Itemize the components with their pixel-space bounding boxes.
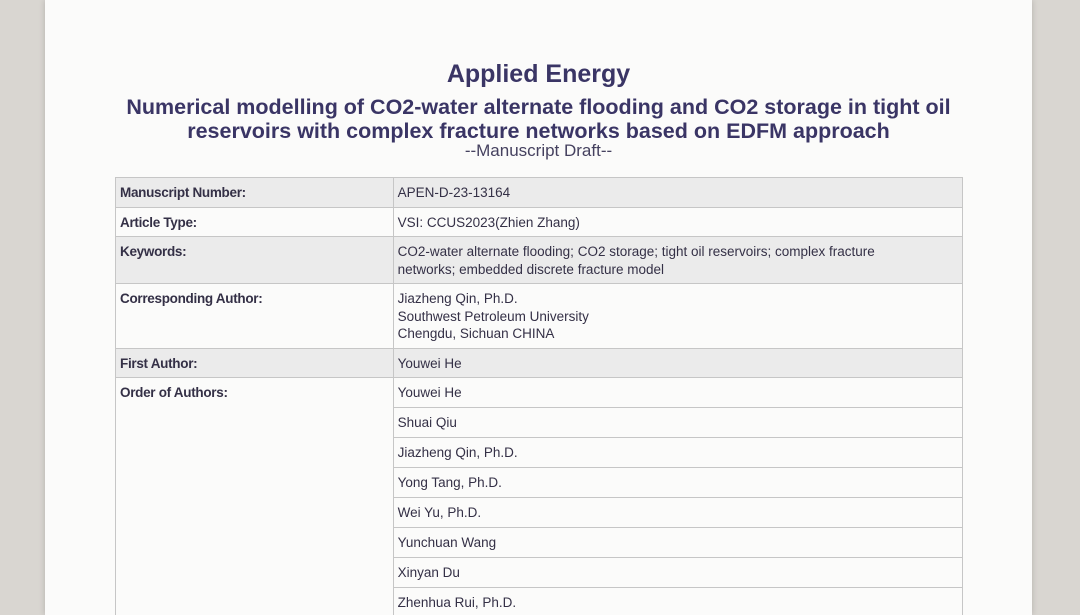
keywords-row: Keywords: CO2-water alternate flooding; … — [115, 236, 964, 284]
corresponding-author-row: Corresponding Author: Jiazheng Qin, Ph.D… — [115, 283, 964, 349]
manuscript-page: Applied Energy Numerical modelling of CO… — [45, 0, 1032, 615]
manuscript-metadata-table: Manuscript Number: APEN-D-23-13164 Artic… — [115, 177, 964, 615]
manuscript-title-line-1: Numerical modelling of CO2-water alterna… — [126, 95, 951, 119]
author-entry: Shuai Qiu — [392, 407, 964, 438]
draft-label: --Manuscript Draft-- — [464, 141, 613, 160]
corresponding-author-location: Chengdu, Sichuan CHINA — [397, 326, 555, 341]
corresponding-author-value: Jiazheng Qin, Ph.D. Southwest Petroleum … — [392, 283, 964, 349]
corresponding-author-name: Jiazheng Qin, Ph.D. — [397, 291, 518, 306]
author-entry: Jiazheng Qin, Ph.D. — [392, 437, 964, 468]
first-author-row: First Author: Youwei He — [115, 347, 964, 378]
first-author-value: Youwei He — [392, 347, 964, 378]
order-of-authors-row: Order of Authors: Youwei He — [115, 377, 964, 615]
author-entry: Zhenhua Rui, Ph.D. — [392, 587, 964, 615]
manuscript-number-label: Manuscript Number: — [115, 177, 394, 208]
author-entry: Xinyan Du — [392, 557, 964, 588]
journal-title: Applied Energy — [446, 60, 631, 88]
manuscript-number-row: Manuscript Number: APEN-D-23-13164 — [115, 177, 964, 208]
corresponding-author-institution: Southwest Petroleum University — [397, 308, 589, 324]
author-entry: Yunchuan Wang — [392, 527, 964, 558]
author-entry: Yong Tang, Ph.D. — [392, 467, 964, 498]
keywords-line-2: networks; embedded discrete fracture mod… — [397, 261, 664, 277]
article-type-label: Article Type: — [115, 206, 394, 237]
keywords-line-1: CO2-water alternate flooding; CO2 storag… — [397, 244, 875, 259]
article-type-value: VSI: CCUS2023(Zhien Zhang) — [392, 206, 964, 237]
keywords-label: Keywords: — [115, 236, 394, 284]
corresponding-author-label: Corresponding Author: — [115, 283, 394, 349]
author-entry: Youwei He — [392, 377, 964, 408]
manuscript-title: Numerical modelling of CO2-water alterna… — [115, 95, 962, 143]
manuscript-number-value: APEN-D-23-13164 — [392, 177, 964, 208]
article-type-row: Article Type: VSI: CCUS2023(Zhien Zhang) — [115, 206, 964, 237]
order-of-authors-label: Order of Authors: — [115, 377, 394, 615]
manuscript-title-line-2: reservoirs with complex fracture network… — [187, 119, 890, 143]
keywords-value: CO2-water alternate flooding; CO2 storag… — [392, 236, 964, 284]
author-entry: Wei Yu, Ph.D. — [392, 497, 964, 528]
first-author-label: First Author: — [115, 347, 394, 378]
